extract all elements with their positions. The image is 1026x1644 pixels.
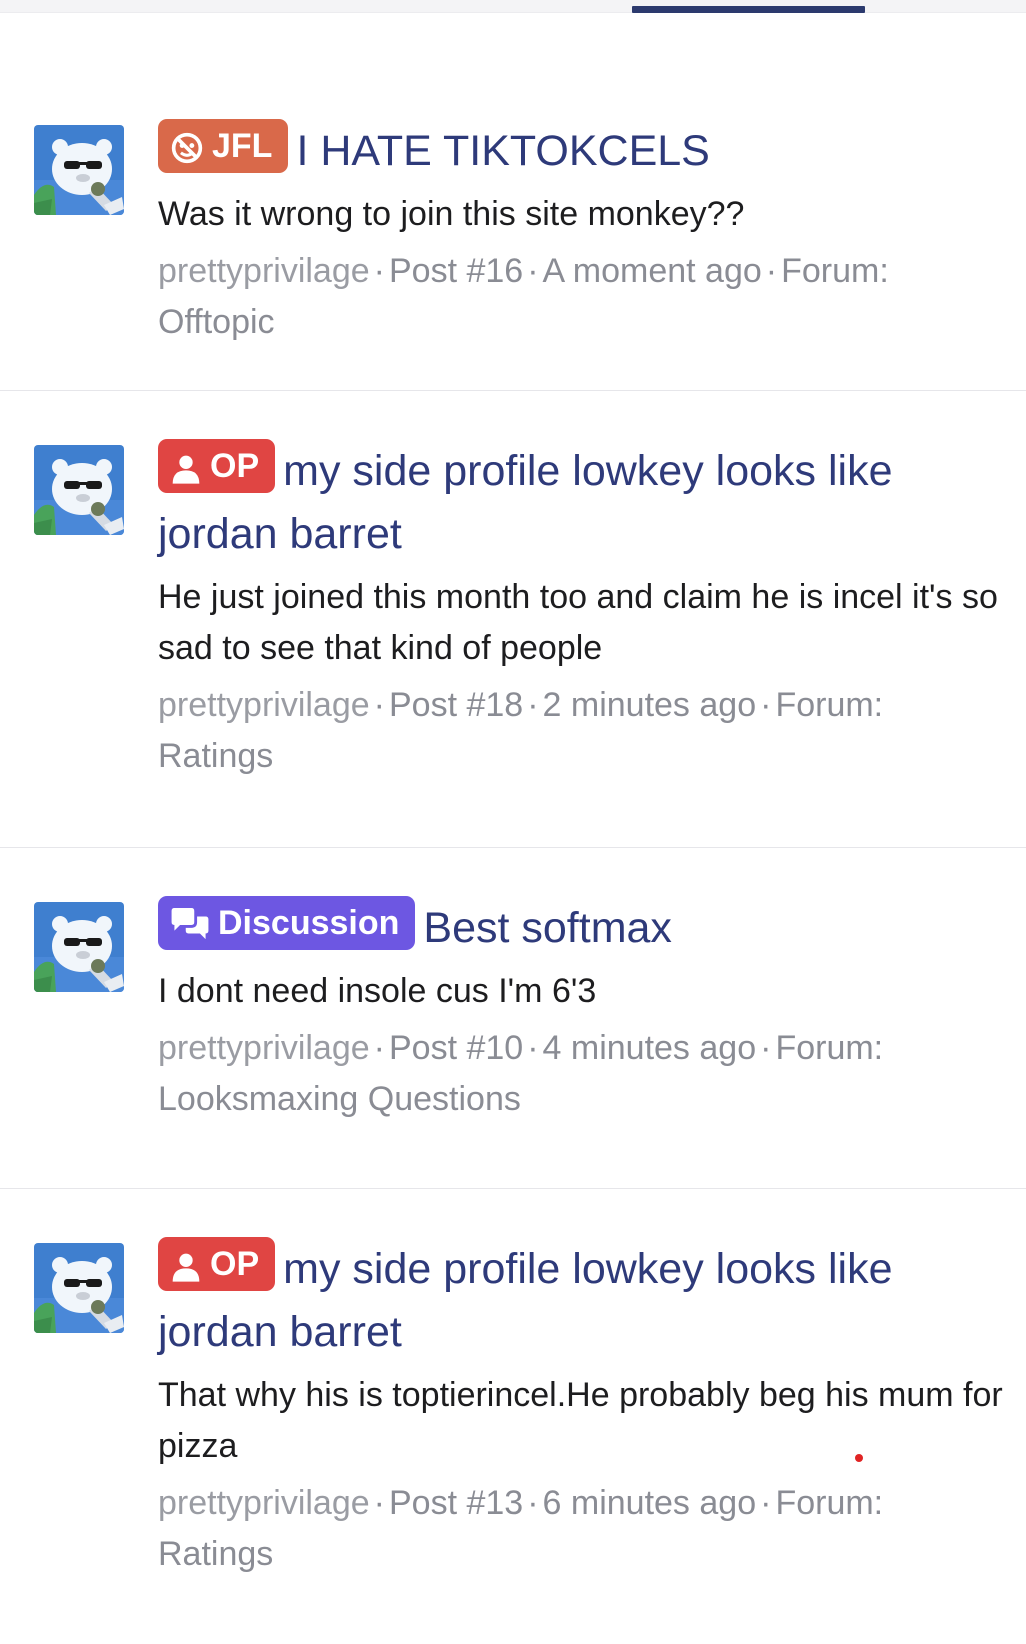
separator: · bbox=[373, 1029, 385, 1067]
author-link[interactable]: prettyprivilage bbox=[158, 1484, 370, 1522]
prefix-badge[interactable]: OP bbox=[158, 439, 276, 493]
separator: · bbox=[765, 252, 778, 290]
avatar[interactable] bbox=[34, 1243, 124, 1333]
separator: · bbox=[527, 252, 539, 290]
separator: · bbox=[760, 1029, 772, 1067]
post-snippet[interactable]: That why his is toptierincel.He probably… bbox=[158, 1370, 1018, 1472]
author-link[interactable]: prettyprivilage bbox=[158, 1029, 370, 1067]
badge-label: OP bbox=[210, 1245, 260, 1283]
user-icon bbox=[170, 1251, 202, 1283]
forum-label: Forum: bbox=[775, 1029, 884, 1067]
user-icon bbox=[170, 453, 202, 485]
forum-label: Forum: bbox=[775, 1484, 884, 1522]
prefix-badge[interactable]: JFL bbox=[158, 119, 289, 173]
author-link[interactable]: prettyprivilage bbox=[158, 686, 370, 724]
separator: · bbox=[527, 1029, 539, 1067]
avatar[interactable] bbox=[34, 125, 124, 215]
post-meta: prettyprivilage · Post #13 · 6 minutes ago · F… bbox=[158, 1478, 1018, 1580]
separator: · bbox=[760, 686, 772, 724]
chat-bubbles-icon bbox=[170, 908, 210, 942]
post-number-link[interactable]: Post #10 bbox=[389, 1029, 523, 1067]
thread-title[interactable]: I HATE TIKTOKCELS bbox=[296, 127, 709, 175]
touch-indicator-dot bbox=[855, 1454, 863, 1462]
list-item[interactable]: Discussion Best softmax I dont need insol… bbox=[0, 848, 1026, 1189]
forum-label: Forum: bbox=[775, 686, 884, 724]
forum-link[interactable]: Ratings bbox=[158, 1535, 273, 1573]
avatar[interactable] bbox=[34, 902, 124, 992]
post-meta: prettyprivilage · Post #10 · 4 minutes ago · F… bbox=[158, 1023, 1018, 1125]
forum-label: Forum: bbox=[781, 252, 889, 290]
separator: · bbox=[373, 1484, 385, 1522]
post-snippet[interactable]: He just joined this month too and claim … bbox=[158, 572, 1018, 674]
post-time: 2 minutes ago bbox=[542, 686, 757, 724]
badge-label: Discussion bbox=[218, 904, 400, 942]
thread-title[interactable]: Best softmax bbox=[423, 904, 672, 952]
author-link[interactable]: prettyprivilage bbox=[158, 252, 370, 290]
separator: · bbox=[527, 686, 539, 724]
post-snippet[interactable]: Was it wrong to join this site monkey?? bbox=[158, 189, 1018, 240]
prefix-badge[interactable]: Discussion bbox=[158, 896, 416, 950]
active-tab-indicator bbox=[632, 6, 865, 13]
list-item[interactable]: OP my side profile lowkey looks like jord… bbox=[0, 1189, 1026, 1644]
forum-link[interactable]: Ratings bbox=[158, 737, 273, 775]
list-item[interactable]: JFL I HATE TIKTOKCELS Was it wrong to joi… bbox=[0, 13, 1026, 391]
avatar[interactable] bbox=[34, 445, 124, 535]
post-time: A moment ago bbox=[542, 252, 762, 290]
badge-label: OP bbox=[210, 447, 260, 485]
post-meta: prettyprivilage · Post #16 · A moment ago · Fo… bbox=[158, 246, 1018, 348]
post-number-link[interactable]: Post #18 bbox=[389, 686, 523, 724]
post-time: 6 minutes ago bbox=[542, 1484, 757, 1522]
activity-feed: JFL I HATE TIKTOKCELS Was it wrong to joi… bbox=[0, 13, 1026, 1644]
badge-label: JFL bbox=[212, 127, 273, 165]
fire-smile-icon bbox=[170, 131, 204, 165]
top-tab-bar bbox=[0, 0, 1026, 13]
separator: · bbox=[373, 686, 385, 724]
separator: · bbox=[373, 252, 385, 290]
forum-link[interactable]: Looksmaxing Questions bbox=[158, 1080, 521, 1118]
thread-title-row[interactable]: Discussion Best softmax bbox=[158, 896, 1018, 960]
prefix-badge[interactable]: OP bbox=[158, 1237, 276, 1291]
post-number-link[interactable]: Post #16 bbox=[389, 252, 523, 290]
post-meta: prettyprivilage · Post #18 · 2 minutes ago · F… bbox=[158, 680, 1018, 782]
thread-title-row[interactable]: JFL I HATE TIKTOKCELS bbox=[158, 119, 1018, 183]
thread-title-row[interactable]: OP my side profile lowkey looks like jord… bbox=[158, 1237, 1018, 1364]
list-item[interactable]: OP my side profile lowkey looks like jord… bbox=[0, 391, 1026, 848]
post-number-link[interactable]: Post #13 bbox=[389, 1484, 523, 1522]
post-snippet[interactable]: I dont need insole cus I'm 6'3 bbox=[158, 966, 1018, 1017]
forum-link[interactable]: Offtopic bbox=[158, 303, 275, 341]
separator: · bbox=[527, 1484, 539, 1522]
thread-title-row[interactable]: OP my side profile lowkey looks like jord… bbox=[158, 439, 1018, 566]
separator: · bbox=[760, 1484, 772, 1522]
post-time: 4 minutes ago bbox=[542, 1029, 757, 1067]
